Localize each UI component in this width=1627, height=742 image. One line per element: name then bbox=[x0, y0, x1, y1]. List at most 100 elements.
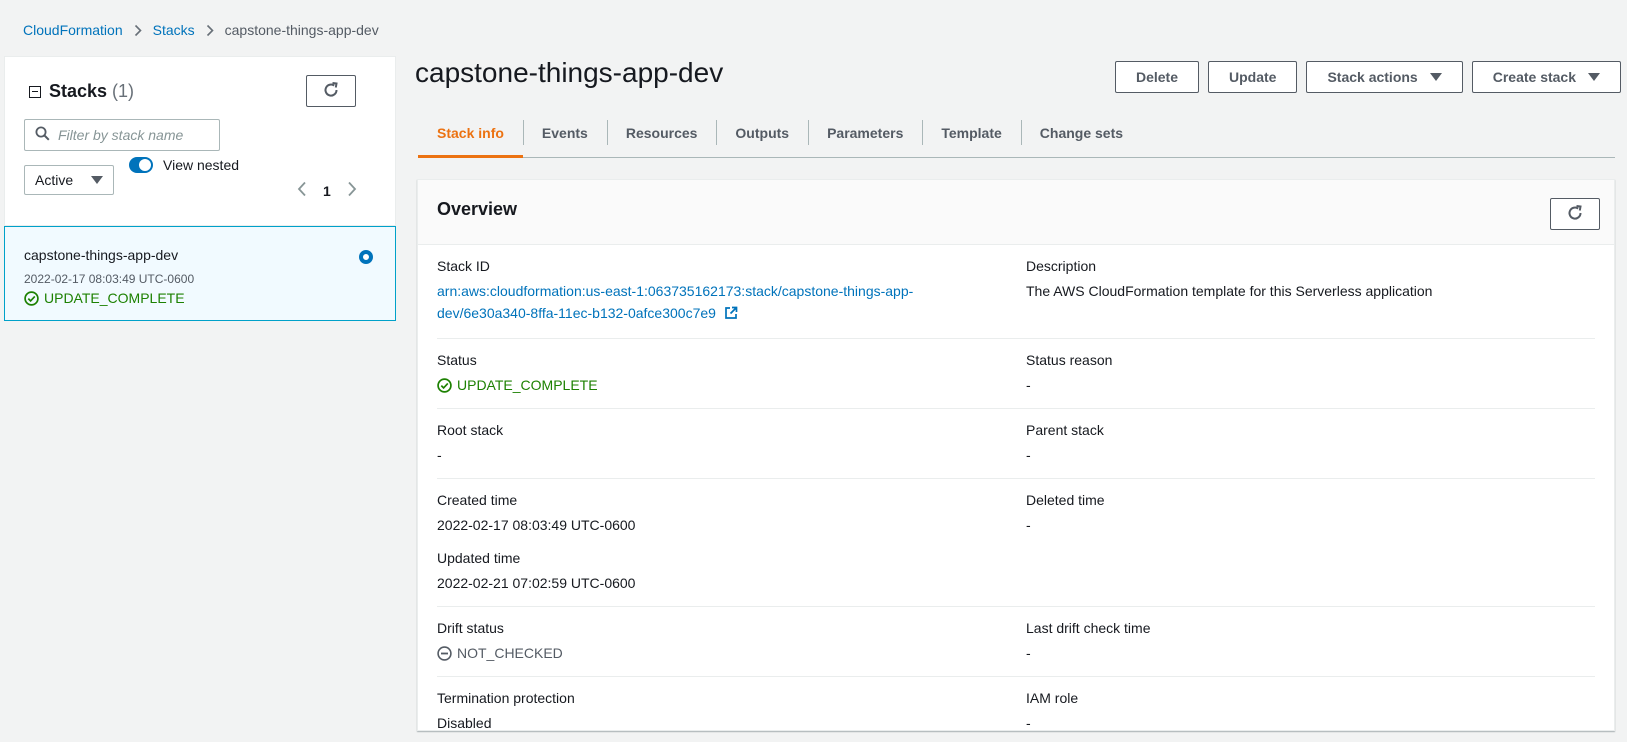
status-filter-value: Active bbox=[35, 172, 74, 188]
not-checked-icon bbox=[437, 645, 452, 661]
tab-resources[interactable]: Resources bbox=[606, 108, 717, 157]
overview-row: Created time 2022-02-17 08:03:49 UTC-060… bbox=[437, 479, 1595, 607]
create-stack-button[interactable]: Create stack bbox=[1471, 61, 1621, 93]
root-stack-value: - bbox=[437, 447, 442, 463]
stacks-title-text: Stacks bbox=[49, 81, 108, 101]
chevron-left-icon[interactable] bbox=[297, 181, 307, 200]
breadcrumb-current: capstone-things-app-dev bbox=[224, 22, 379, 38]
overview-row: Root stack - Parent stack - bbox=[437, 409, 1595, 479]
tab-outputs[interactable]: Outputs bbox=[716, 108, 808, 157]
breadcrumb-cloudformation[interactable]: CloudFormation bbox=[23, 22, 123, 38]
iam-role-value: - bbox=[1026, 715, 1031, 731]
overview-row: Stack ID arn:aws:cloudformation:us-east-… bbox=[437, 245, 1595, 339]
stack-list-item[interactable]: capstone-things-app-dev 2022-02-17 08:03… bbox=[4, 226, 396, 321]
stack-item-status: UPDATE_COMPLETE bbox=[24, 290, 185, 306]
pagination: 1 bbox=[297, 181, 357, 200]
termination-col: Termination protection Disabled bbox=[437, 689, 1026, 734]
refresh-icon bbox=[1566, 204, 1584, 225]
stack-filter-field bbox=[24, 119, 220, 151]
drift-status-value: NOT_CHECKED bbox=[437, 642, 1026, 664]
view-nested-toggle[interactable] bbox=[129, 157, 153, 173]
last-drift-col: Last drift check time - bbox=[1026, 619, 1595, 664]
stack-id-line1: arn:aws:cloudformation:us-east-1:0637351… bbox=[437, 283, 914, 299]
current-page-number[interactable]: 1 bbox=[323, 183, 331, 199]
stack-filter-input[interactable] bbox=[58, 127, 208, 143]
success-check-icon bbox=[437, 377, 452, 393]
caret-down-icon bbox=[1588, 73, 1600, 81]
deleted-time-label: Deleted time bbox=[1026, 492, 1105, 508]
overview-body: Stack ID arn:aws:cloudformation:us-east-… bbox=[418, 245, 1614, 742]
root-stack-label: Root stack bbox=[437, 422, 504, 438]
created-time-label: Created time bbox=[437, 492, 518, 508]
deleted-time-value: - bbox=[1026, 517, 1031, 533]
status-reason-label: Status reason bbox=[1026, 352, 1113, 368]
stack-select-radio[interactable] bbox=[359, 250, 373, 264]
description-value: The AWS CloudFormation template for this… bbox=[1026, 283, 1433, 299]
stacks-header-box: Stacks (1) Active View nested 1 bbox=[4, 56, 396, 226]
stack-id-line2: dev/6e30a340-8ffa-11ec-b132-0afce300c7e9 bbox=[437, 305, 716, 321]
overview-refresh-button[interactable] bbox=[1550, 198, 1600, 230]
update-button-label: Update bbox=[1229, 69, 1277, 85]
status-label: Status bbox=[437, 352, 477, 368]
external-link-icon bbox=[724, 304, 738, 326]
stacks-count: (1) bbox=[112, 81, 135, 101]
collapse-panel-icon[interactable] bbox=[29, 85, 41, 98]
stack-id-link[interactable]: arn:aws:cloudformation:us-east-1:0637351… bbox=[437, 280, 1026, 326]
create-stack-label: Create stack bbox=[1492, 69, 1576, 85]
stack-actions-button[interactable]: Stack actions bbox=[1306, 61, 1463, 93]
termination-value: Disabled bbox=[437, 715, 492, 731]
description-col: Description The AWS CloudFormation templ… bbox=[1026, 257, 1595, 326]
status-value: UPDATE_COMPLETE bbox=[437, 374, 1026, 396]
success-check-icon bbox=[24, 290, 39, 306]
updated-time-value: 2022-02-21 07:02:59 UTC-0600 bbox=[437, 575, 636, 591]
caret-down-icon bbox=[1429, 73, 1442, 81]
overview-row: Drift status NOT_CHECKED Last drift chec… bbox=[437, 607, 1595, 677]
status-reason-col: Status reason - bbox=[1026, 351, 1595, 396]
tab-events[interactable]: Events bbox=[522, 108, 607, 157]
status-col: Status UPDATE_COMPLETE bbox=[437, 351, 1026, 396]
overview-header: Overview bbox=[418, 180, 1614, 245]
breadcrumb-stacks[interactable]: Stacks bbox=[153, 22, 195, 38]
parent-stack-col: Parent stack - bbox=[1026, 421, 1595, 466]
tab-template[interactable]: Template bbox=[922, 108, 1020, 157]
status-reason-value: - bbox=[1026, 377, 1031, 393]
chevron-right-icon bbox=[134, 24, 142, 37]
stack-item-name: capstone-things-app-dev bbox=[24, 247, 179, 263]
chevron-right-icon bbox=[206, 24, 214, 37]
deleted-time-col: Deleted time - bbox=[1026, 491, 1595, 594]
drift-status-col: Drift status NOT_CHECKED bbox=[437, 619, 1026, 664]
stacks-title: Stacks (1) bbox=[29, 81, 134, 102]
tab-stack-info[interactable]: Stack info bbox=[418, 108, 523, 158]
overview-title: Overview bbox=[437, 199, 518, 219]
stack-item-time: 2022-02-17 08:03:49 UTC-0600 bbox=[24, 272, 195, 286]
parent-stack-label: Parent stack bbox=[1026, 422, 1104, 438]
termination-label: Termination protection bbox=[437, 690, 575, 706]
last-drift-value: - bbox=[1026, 645, 1031, 661]
iam-role-label: IAM role bbox=[1026, 690, 1079, 706]
stacks-panel: Stacks (1) Active View nested 1 bbox=[4, 56, 396, 321]
view-nested-toggle-group: View nested bbox=[129, 157, 239, 173]
stack-item-status-text: UPDATE_COMPLETE bbox=[44, 290, 185, 306]
overview-row: Termination protection Disabled IAM role… bbox=[437, 677, 1595, 742]
stack-id-label: Stack ID bbox=[437, 258, 490, 274]
created-time-value: 2022-02-17 08:03:49 UTC-0600 bbox=[437, 517, 636, 533]
view-nested-label: View nested bbox=[163, 157, 240, 173]
delete-button[interactable]: Delete bbox=[1114, 61, 1199, 93]
status-filter-select[interactable]: Active bbox=[24, 165, 114, 195]
search-icon bbox=[35, 126, 50, 144]
tab-parameters[interactable]: Parameters bbox=[808, 108, 922, 157]
stacks-refresh-button[interactable] bbox=[306, 75, 356, 107]
parent-stack-value: - bbox=[1026, 447, 1031, 463]
page-title: capstone-things-app-dev bbox=[415, 57, 724, 88]
header-actions: Delete Update Stack actions Create stack bbox=[1114, 61, 1621, 93]
time-col: Created time 2022-02-17 08:03:49 UTC-060… bbox=[437, 491, 1026, 594]
update-button[interactable]: Update bbox=[1208, 61, 1298, 93]
tab-change-sets[interactable]: Change sets bbox=[1020, 108, 1142, 157]
overview-panel: Overview Stack ID arn:aws:cloudformation… bbox=[417, 179, 1615, 731]
status-text: UPDATE_COMPLETE bbox=[457, 377, 598, 393]
caret-down-icon bbox=[91, 176, 103, 184]
overview-row: Status UPDATE_COMPLETE Status reason - bbox=[437, 339, 1595, 409]
chevron-right-icon[interactable] bbox=[347, 181, 357, 200]
drift-status-text: NOT_CHECKED bbox=[457, 645, 563, 661]
iam-role-col: IAM role - bbox=[1026, 689, 1595, 734]
